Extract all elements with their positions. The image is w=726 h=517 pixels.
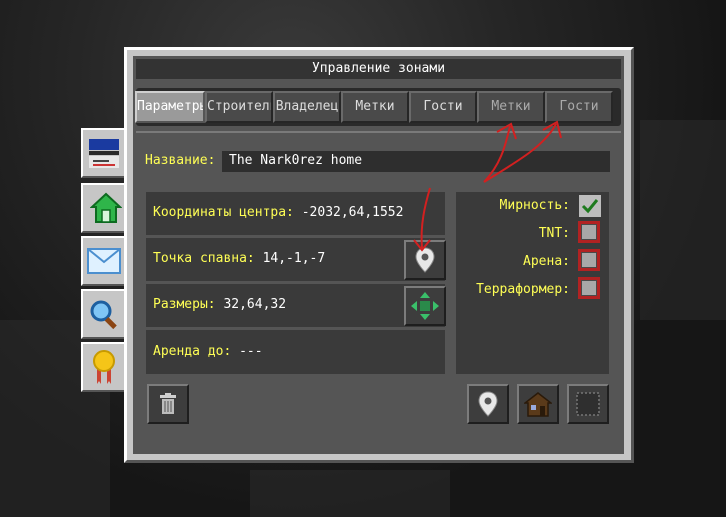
spawn-point-value: 14,-1,-7 [262, 251, 326, 266]
side-tab-rewards[interactable] [81, 342, 127, 392]
background-block [250, 470, 450, 517]
flag-terraformer-label: Терраформер: [476, 282, 570, 297]
area-select-button[interactable] [567, 384, 609, 424]
id-card-icon [89, 139, 119, 168]
tab-parameters[interactable]: Параметры [135, 91, 205, 123]
side-tab-home[interactable] [81, 183, 129, 233]
house-button[interactable] [517, 384, 559, 424]
center-coords-label: Координаты центра: [153, 205, 294, 220]
side-tab-mail[interactable] [81, 236, 127, 286]
flag-peaceful-label: Мирность: [499, 198, 570, 213]
teleport-marker-button[interactable] [467, 384, 509, 424]
flag-terraformer-checkbox[interactable] [578, 277, 600, 299]
checkmark-icon [581, 199, 599, 214]
size-label: Размеры: [153, 297, 216, 312]
center-coords-value: -2032,64,1552 [301, 205, 404, 220]
spawn-point-label: Точка спавна: [153, 251, 255, 266]
rent-label: Аренда до: [153, 344, 232, 359]
tab-markers-duplicate[interactable]: Метки [477, 91, 545, 123]
side-tab-search[interactable] [81, 289, 127, 339]
tab-markers[interactable]: Метки [341, 91, 409, 123]
zone-name-label: Название: [145, 153, 216, 168]
spawn-point-row: Точка спавна: 14,-1,-7 [146, 238, 445, 281]
delete-zone-button[interactable] [147, 384, 189, 424]
background-block [640, 120, 726, 320]
flag-peaceful-checkbox[interactable] [579, 195, 601, 217]
flag-arena-label: Арена: [523, 254, 570, 269]
tab-builders[interactable]: Строители [205, 91, 273, 123]
tab-guests-duplicate[interactable]: Гости [545, 91, 613, 123]
house-icon [524, 392, 552, 417]
location-pin-icon [415, 247, 435, 273]
expand-arrows-icon [411, 292, 439, 320]
center-coords-row: Координаты центра: -2032,64,1552 [146, 192, 445, 235]
dialog-title: Управление зонами [136, 59, 621, 79]
selection-frame-icon [576, 392, 600, 416]
side-tab-profile[interactable] [81, 128, 127, 178]
flag-tnt-checkbox[interactable] [578, 221, 600, 243]
search-icon [90, 300, 117, 330]
tab-guests[interactable]: Гости [409, 91, 477, 123]
home-icon [90, 192, 122, 223]
medal-icon [93, 350, 115, 384]
tab-owner[interactable]: Владелец [273, 91, 341, 123]
set-spawn-button[interactable] [404, 240, 446, 280]
mail-icon [87, 248, 121, 274]
location-pin-icon [478, 391, 498, 417]
trash-icon [160, 393, 176, 414]
divider [136, 131, 621, 133]
zone-name-input[interactable]: The Nark0rez home [222, 151, 610, 172]
flag-arena-checkbox[interactable] [578, 249, 600, 271]
size-row: Размеры: 32,64,32 [146, 284, 445, 327]
resize-zone-button[interactable] [404, 286, 446, 326]
rent-row: Аренда до: --- [146, 330, 445, 374]
rent-value: --- [239, 344, 263, 359]
size-value: 32,64,32 [223, 297, 287, 312]
flag-tnt-label: TNT: [538, 226, 570, 241]
